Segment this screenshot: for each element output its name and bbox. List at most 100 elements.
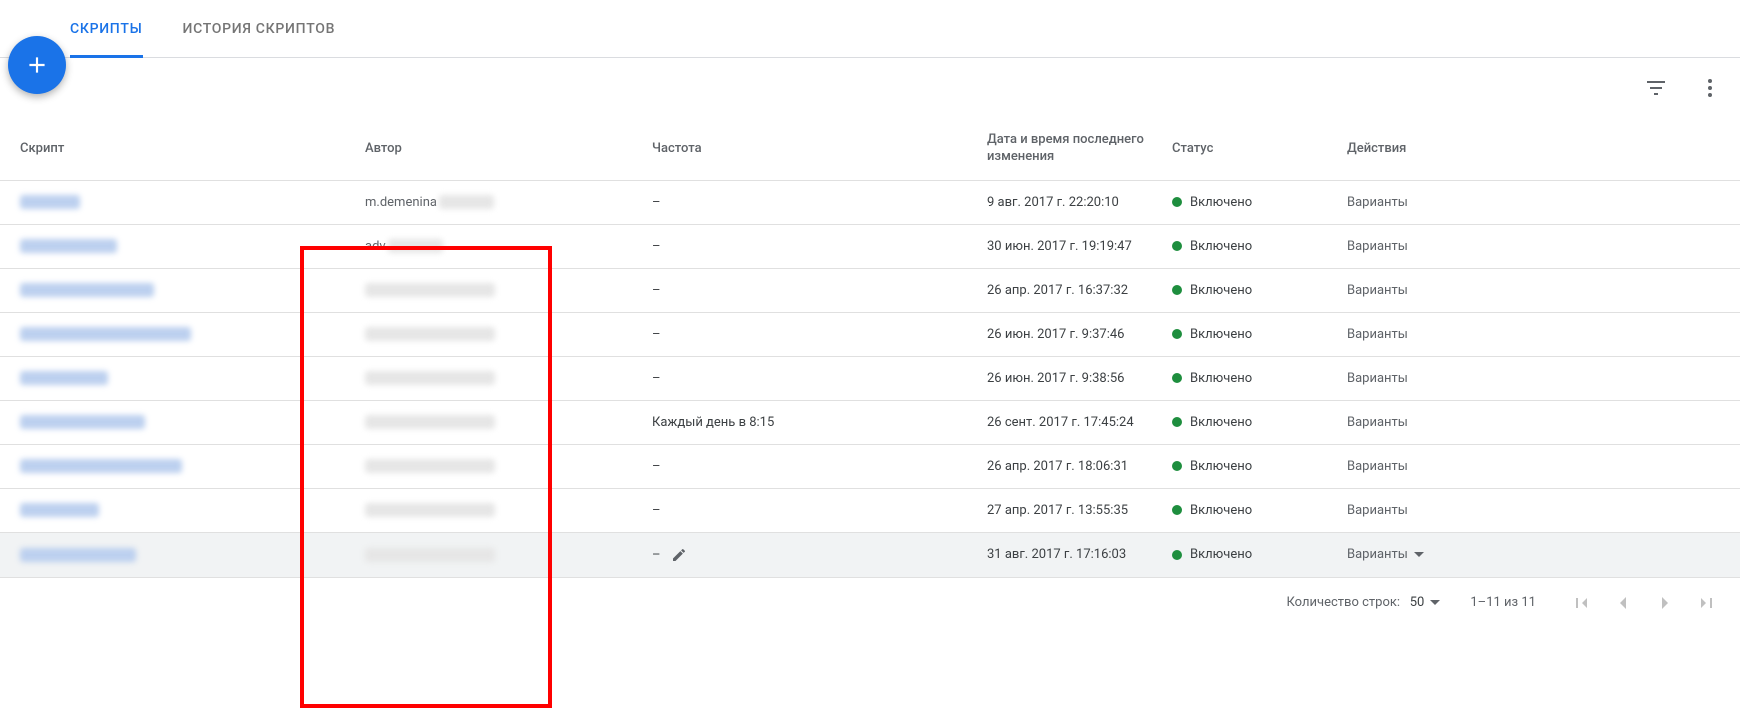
cell-frequency: – (640, 268, 975, 312)
table-row[interactable]: –26 июн. 2017 г. 9:37:46 Включено Варианты (0, 312, 1740, 356)
redacted-script-name (20, 239, 117, 253)
table-row[interactable]: –31 авг. 2017 г. 17:16:03Включено Вариант… (0, 532, 1740, 577)
actions-menu[interactable]: Варианты (1347, 415, 1408, 430)
cell-date: 26 июн. 2017 г. 9:37:46 (975, 312, 1160, 356)
status-text: Включено (1190, 283, 1252, 298)
more-menu-button[interactable] (1690, 68, 1730, 108)
cell-status: Включено (1160, 532, 1335, 577)
cell-author (325, 356, 640, 400)
next-page-button[interactable] (1650, 588, 1680, 618)
tab-scripts[interactable]: СКРИПТЫ (50, 0, 163, 57)
redacted-author (365, 503, 495, 517)
actions-menu[interactable]: Варианты (1347, 239, 1408, 254)
header-status[interactable]: Статус (1160, 118, 1335, 180)
actions-menu[interactable]: Варианты (1347, 459, 1408, 474)
cell-frequency: – (640, 488, 975, 532)
cell-author (325, 400, 640, 444)
status-text: Включено (1190, 327, 1252, 342)
status-dot-icon (1172, 241, 1182, 251)
chevron-down-icon (1430, 600, 1440, 605)
cell-actions: Варианты (1335, 268, 1740, 312)
status-dot-icon (1172, 329, 1182, 339)
cell-frequency: – (640, 312, 975, 356)
cell-author (325, 488, 640, 532)
author-text: adv (365, 239, 386, 254)
cell-script (0, 488, 325, 532)
header-script[interactable]: Скрипт (0, 118, 325, 180)
cell-author: m.demenina (325, 180, 640, 224)
cell-status: Включено (1160, 488, 1335, 532)
prev-page-button[interactable] (1608, 588, 1638, 618)
status-text: Включено (1190, 503, 1252, 518)
actions-label: Варианты (1347, 195, 1408, 210)
cell-script (0, 400, 325, 444)
rows-per-page-select[interactable]: 50 (1410, 595, 1441, 610)
cell-actions: Варианты (1335, 532, 1740, 577)
table-row[interactable]: –26 апр. 2017 г. 16:37:32 Включено Вариант… (0, 268, 1740, 312)
tab-history[interactable]: ИСТОРИЯ СКРИПТОВ (163, 0, 356, 57)
cell-script (0, 224, 325, 268)
actions-menu[interactable]: Варианты (1347, 327, 1408, 342)
actions-label: Варианты (1347, 415, 1408, 430)
first-page-icon (1569, 591, 1593, 615)
actions-menu[interactable]: Варианты (1347, 371, 1408, 386)
redacted-script-name (20, 371, 108, 385)
actions-menu[interactable]: Варианты (1347, 503, 1408, 518)
status-dot-icon (1172, 461, 1182, 471)
cell-frequency: Каждый день в 8:15 (640, 400, 975, 444)
chevron-right-icon (1653, 591, 1677, 615)
status-text: Включено (1190, 195, 1252, 210)
cell-date: 26 июн. 2017 г. 9:38:56 (975, 356, 1160, 400)
table-row[interactable]: adv–30 июн. 2017 г. 19:19:47ВключеноВари… (0, 224, 1740, 268)
redacted-script-name (20, 327, 191, 341)
frequency-text: – (652, 239, 661, 254)
frequency-text: – (652, 195, 661, 210)
cell-date: 31 авг. 2017 г. 17:16:03 (975, 532, 1160, 577)
redacted-author (388, 239, 443, 253)
table-row[interactable]: m.demenina–9 авг. 2017 г. 22:20:10Включе… (0, 180, 1740, 224)
cell-date: 26 апр. 2017 г. 16:37:32 (975, 268, 1160, 312)
redacted-author (365, 371, 495, 385)
status-text: Включено (1190, 459, 1252, 474)
cell-actions: Варианты (1335, 444, 1740, 488)
redacted-script-name (20, 195, 80, 209)
frequency-text: – (652, 459, 661, 474)
table-row[interactable]: Каждый день в 8:1526 сент. 2017 г. 17:45… (0, 400, 1740, 444)
redacted-script-name (20, 415, 145, 429)
table-row[interactable]: –27 апр. 2017 г. 13:55:35ВключеноВариант… (0, 488, 1740, 532)
actions-label: Варианты (1347, 283, 1408, 298)
cell-author (325, 532, 640, 577)
chevron-left-icon (1611, 591, 1635, 615)
table-footer: Количество строк: 50 1–11 из 11 (0, 578, 1740, 630)
actions-label: Варианты (1347, 239, 1408, 254)
cell-script (0, 532, 325, 577)
add-script-button[interactable] (8, 36, 66, 94)
cell-status: Включено (1160, 356, 1335, 400)
actions-menu[interactable]: Варианты (1347, 283, 1408, 298)
cell-frequency: – (640, 532, 975, 577)
cell-actions: Варианты (1335, 400, 1740, 444)
actions-menu[interactable]: Варианты (1347, 547, 1424, 562)
header-date[interactable]: Дата и время последнего изменения (975, 118, 1160, 180)
scripts-table: Скрипт Автор Частота Дата и время послед… (0, 118, 1740, 578)
cell-frequency: – (640, 356, 975, 400)
header-author[interactable]: Автор (325, 118, 640, 180)
redacted-author (365, 459, 495, 473)
filter-button[interactable] (1636, 68, 1676, 108)
last-page-button[interactable] (1692, 588, 1722, 618)
cell-script (0, 180, 325, 224)
pencil-icon[interactable] (671, 547, 687, 563)
more-vert-icon (1698, 76, 1722, 100)
table-row[interactable]: –26 апр. 2017 г. 18:06:31ВключеноВариант… (0, 444, 1740, 488)
status-text: Включено (1190, 415, 1252, 430)
first-page-button[interactable] (1566, 588, 1596, 618)
redacted-script-name (20, 459, 182, 473)
frequency-text: – (652, 503, 661, 518)
header-freq[interactable]: Частота (640, 118, 975, 180)
tabs: СКРИПТЫ ИСТОРИЯ СКРИПТОВ (0, 0, 1740, 58)
table-row[interactable]: –26 июн. 2017 г. 9:38:56Включено Варианты (0, 356, 1740, 400)
header-actions[interactable]: Действия (1335, 118, 1740, 180)
tab-history-label: ИСТОРИЯ СКРИПТОВ (183, 21, 336, 37)
status-dot-icon (1172, 505, 1182, 515)
actions-menu[interactable]: Варианты (1347, 195, 1408, 210)
